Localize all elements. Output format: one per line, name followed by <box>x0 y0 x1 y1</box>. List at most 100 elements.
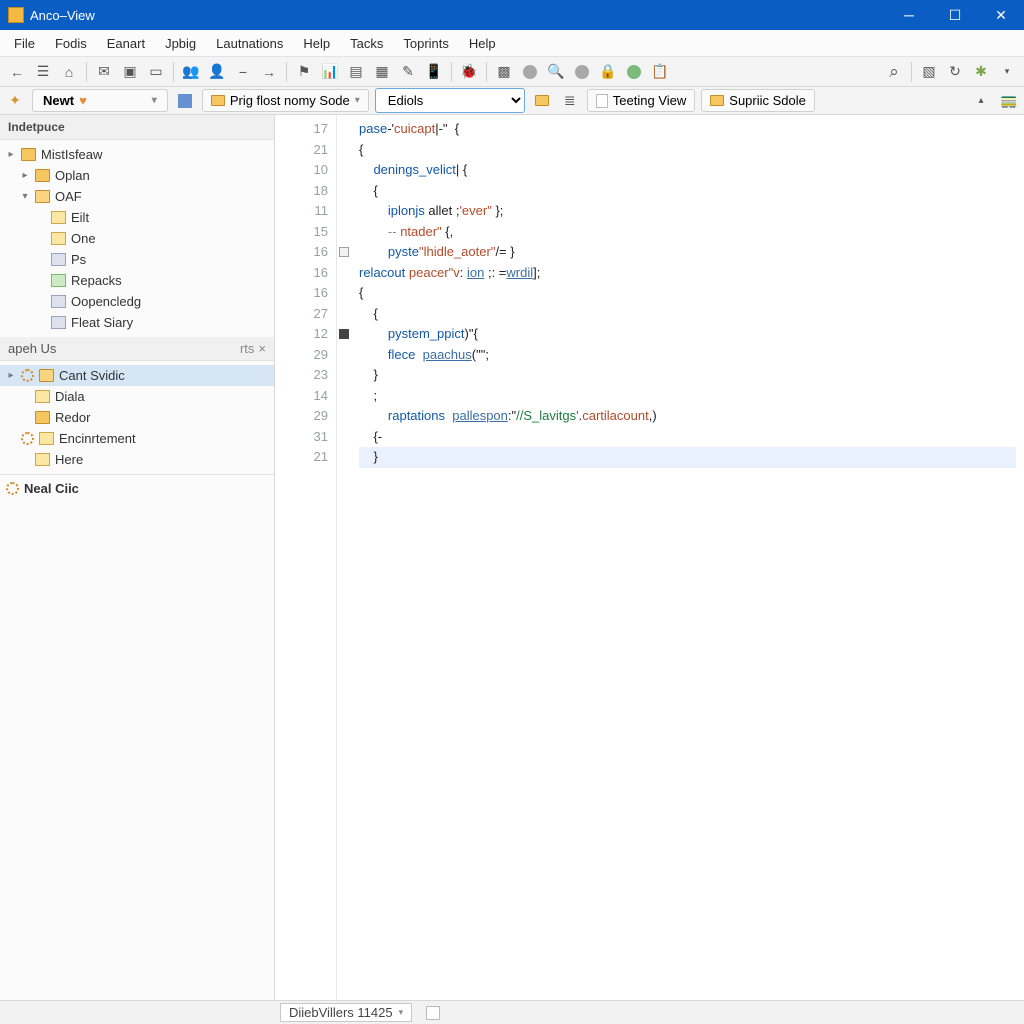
menu-eanart[interactable]: Eanart <box>97 32 155 55</box>
menu-lautnations[interactable]: Lautnations <box>206 32 293 55</box>
grid-icon[interactable]: ▦ <box>371 61 393 83</box>
title-bar: Anco–View ─ ☐ ✕ <box>0 0 1024 30</box>
clipboard-icon[interactable]: 📋 <box>649 61 671 83</box>
chevron-down-icon: ▾ <box>355 95 360 106</box>
tree-item[interactable]: ▸Cant Svidic <box>0 365 274 386</box>
back-icon[interactable]: ← <box>6 61 28 83</box>
tree-item[interactable]: One <box>0 228 274 249</box>
tree-item[interactable]: ▸Oplan <box>0 165 274 186</box>
close-button[interactable]: ✕ <box>978 0 1024 30</box>
tab-selector[interactable]: Ediols <box>375 88 525 113</box>
tab-primary[interactable]: Prig flost nomy Sode ▾ <box>202 89 369 112</box>
db-icon <box>51 253 66 266</box>
line-number: 10 <box>275 160 328 181</box>
tree-item[interactable]: Here <box>0 449 274 470</box>
tree-item[interactable]: Redor <box>0 407 274 428</box>
code-line: } <box>359 365 1016 386</box>
bug-icon[interactable]: 🐞 <box>458 61 480 83</box>
code-editor[interactable]: 1721101811151616162712292314293121 pase-… <box>275 115 1024 1000</box>
list-icon[interactable]: ☰ <box>32 61 54 83</box>
camera-icon[interactable]: ▩ <box>493 61 515 83</box>
settings-icon[interactable]: ✱ <box>970 61 992 83</box>
db-icon <box>51 295 66 308</box>
refresh-icon[interactable]: ↻ <box>944 61 966 83</box>
mail-icon[interactable]: ✉ <box>93 61 115 83</box>
tree-item[interactable]: Ps <box>0 249 274 270</box>
tree-item[interactable]: ▾OAF <box>0 186 274 207</box>
graph-header-rts[interactable]: rts <box>240 341 254 356</box>
tree-item[interactable]: Diala <box>0 386 274 407</box>
line-number: 29 <box>275 345 328 366</box>
menu-jpbig[interactable]: Jpbig <box>155 32 206 55</box>
collapse-icon[interactable]: ▴ <box>970 90 992 112</box>
graph-header-close[interactable]: × <box>258 341 266 356</box>
status-selector[interactable]: DiiebVillers 11425 ▾ <box>280 1003 412 1022</box>
tree-item[interactable]: Oopencledg <box>0 291 274 312</box>
minimize-button[interactable]: ─ <box>886 0 932 30</box>
file-g-icon <box>51 274 66 287</box>
tree-item[interactable]: ▸MistIsfeaw <box>0 144 274 165</box>
fold-marker <box>337 119 351 140</box>
tree-item[interactable]: Fleat Siary <box>0 312 274 333</box>
folder-icon <box>211 95 225 106</box>
menu-file[interactable]: File <box>4 32 45 55</box>
gear-icon <box>6 482 19 495</box>
home-icon[interactable]: ⌂ <box>58 61 80 83</box>
tree-item-label: Fleat Siary <box>71 315 268 330</box>
pencil-icon[interactable]: ✎ <box>397 61 419 83</box>
dropdown-icon[interactable]: ▾ <box>996 61 1018 83</box>
window-icon[interactable] <box>174 90 196 112</box>
star-icon[interactable]: ✦ <box>4 90 26 112</box>
tree-item[interactable]: Encinrtement <box>0 428 274 449</box>
forward-icon[interactable]: → <box>258 61 280 83</box>
menu-help2[interactable]: Help <box>459 32 506 55</box>
user-icon[interactable]: 👤 <box>206 61 228 83</box>
fold-marker <box>337 406 351 427</box>
menu-toprints[interactable]: Toprints <box>393 32 459 55</box>
tab-secondary[interactable]: Teeting View <box>587 89 695 112</box>
fold-marker <box>337 345 351 366</box>
line-number: 31 <box>275 427 328 448</box>
code-line: -- ntader" {, <box>359 222 1016 243</box>
image-icon[interactable]: ▣ <box>119 61 141 83</box>
gear-icon <box>21 369 34 382</box>
screen-icon[interactable]: ▧ <box>918 61 940 83</box>
lock-icon[interactable]: 🔒 <box>597 61 619 83</box>
tab-strip: ✦ Newt ♥ ▾ Prig flost nomy Sode ▾ Ediols… <box>0 87 1024 115</box>
neal-item[interactable]: Neal Ciic <box>0 474 274 499</box>
monitor-icon[interactable]: ▭ <box>145 61 167 83</box>
doc-icon[interactable]: ▤ <box>345 61 367 83</box>
minus-icon[interactable]: − <box>232 61 254 83</box>
status-box[interactable] <box>426 1006 440 1020</box>
code-area[interactable]: pase-'cuicapt|-" {{ denings_velict| { { … <box>351 115 1024 1000</box>
line-number: 16 <box>275 242 328 263</box>
tree-item[interactable]: Eilt <box>0 207 274 228</box>
tree-item[interactable]: Repacks <box>0 270 274 291</box>
file-y-icon <box>51 211 66 224</box>
fold-marker <box>337 447 351 468</box>
menu-tacks[interactable]: Tacks <box>340 32 393 55</box>
fold-marker <box>337 222 351 243</box>
folder-btn-icon[interactable] <box>531 90 553 112</box>
chart-icon[interactable]: 📊 <box>319 61 341 83</box>
target-icon[interactable] <box>623 61 645 83</box>
phone-icon[interactable]: 📱 <box>423 61 445 83</box>
chevron-down-icon: ▾ <box>92 95 157 106</box>
menu-help1[interactable]: Help <box>293 32 340 55</box>
newt-button[interactable]: Newt ♥ ▾ <box>32 89 168 112</box>
list-small-icon[interactable]: ≣ <box>559 90 581 112</box>
tree-item-label: Redor <box>55 410 268 425</box>
train-icon[interactable]: 🚃 <box>998 90 1020 112</box>
search-icon-right[interactable]: ⌕ <box>883 61 905 83</box>
users-icon[interactable]: 👥 <box>180 61 202 83</box>
flag-icon[interactable]: ⚑ <box>293 61 315 83</box>
clock-icon[interactable] <box>519 61 541 83</box>
menu-fodis[interactable]: Fodis <box>45 32 97 55</box>
newt-label: Newt <box>43 93 74 108</box>
globe-icon[interactable] <box>571 61 593 83</box>
search-icon[interactable]: 🔍 <box>545 61 567 83</box>
tab-tertiary[interactable]: Supriic Sdole <box>701 89 815 112</box>
code-line: pyste"lhidle_aoter"/= } <box>359 242 1016 263</box>
db-icon <box>51 316 66 329</box>
maximize-button[interactable]: ☐ <box>932 0 978 30</box>
